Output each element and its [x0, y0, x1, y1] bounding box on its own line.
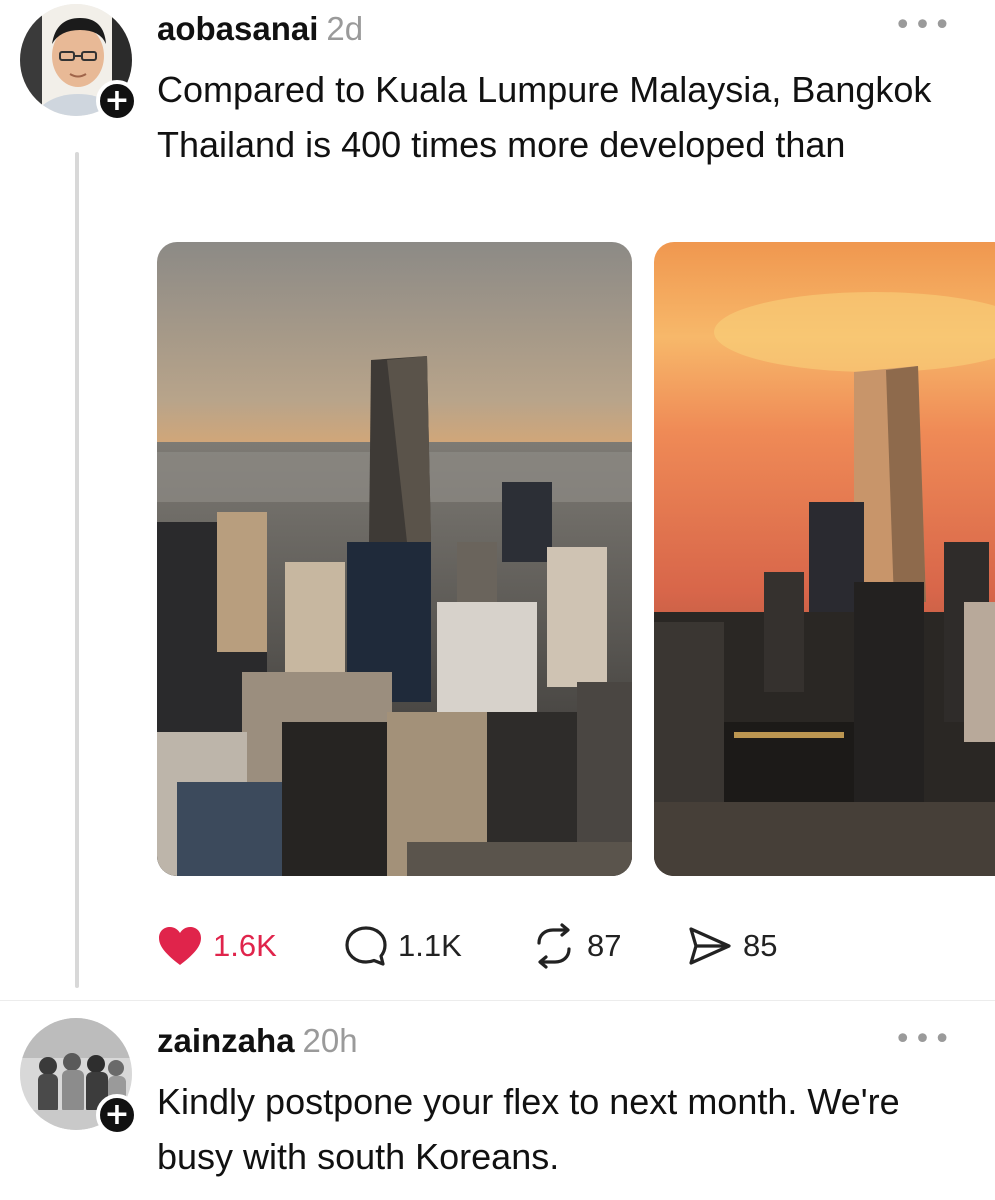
post-image-1[interactable]: [157, 242, 632, 876]
post-time: 2d: [326, 10, 364, 47]
follow-button[interactable]: +: [96, 1094, 138, 1136]
post-header: aobasanai 2d: [157, 10, 363, 48]
plus-icon: +: [104, 83, 130, 118]
like-button[interactable]: 1.6K: [157, 918, 277, 974]
repost-icon: [537, 923, 571, 969]
like-count: 1.6K: [213, 928, 277, 963]
post-text: Compared to Kuala Lumpure Malaysia, Bang…: [157, 69, 932, 165]
repost-button[interactable]: 87: [531, 918, 621, 974]
post-text: Kindly postpone your flex to next month.…: [157, 1081, 900, 1177]
more-options-button[interactable]: •••: [894, 1022, 953, 1057]
post-zainzaha: + zainzaha 20h ••• Kindly postpone your f…: [0, 1000, 995, 1200]
more-horizontal-icon: •••: [893, 1022, 953, 1057]
username[interactable]: aobasanai: [157, 10, 318, 47]
comment-icon: [345, 926, 387, 966]
username[interactable]: zainzaha: [157, 1022, 295, 1059]
share-icon: [689, 927, 731, 965]
heart-icon: [159, 927, 201, 965]
more-options-button[interactable]: •••: [894, 8, 953, 43]
post-time: 20h: [302, 1022, 358, 1059]
reply-count: 1.1K: [398, 928, 462, 963]
post-image-2[interactable]: [654, 242, 995, 876]
post-aobasanai: + aobasanai 2d ••• Compared to Kuala Lump…: [0, 0, 995, 1000]
plus-icon: +: [104, 1097, 130, 1132]
share-button[interactable]: 85: [687, 918, 777, 974]
more-horizontal-icon: •••: [893, 8, 953, 43]
post-header: zainzaha 20h: [157, 1022, 358, 1060]
follow-button[interactable]: +: [96, 80, 138, 122]
thread-line: [75, 152, 79, 988]
repost-count: 87: [587, 928, 622, 963]
reply-button[interactable]: 1.1K: [344, 918, 462, 974]
share-count: 85: [743, 928, 778, 963]
